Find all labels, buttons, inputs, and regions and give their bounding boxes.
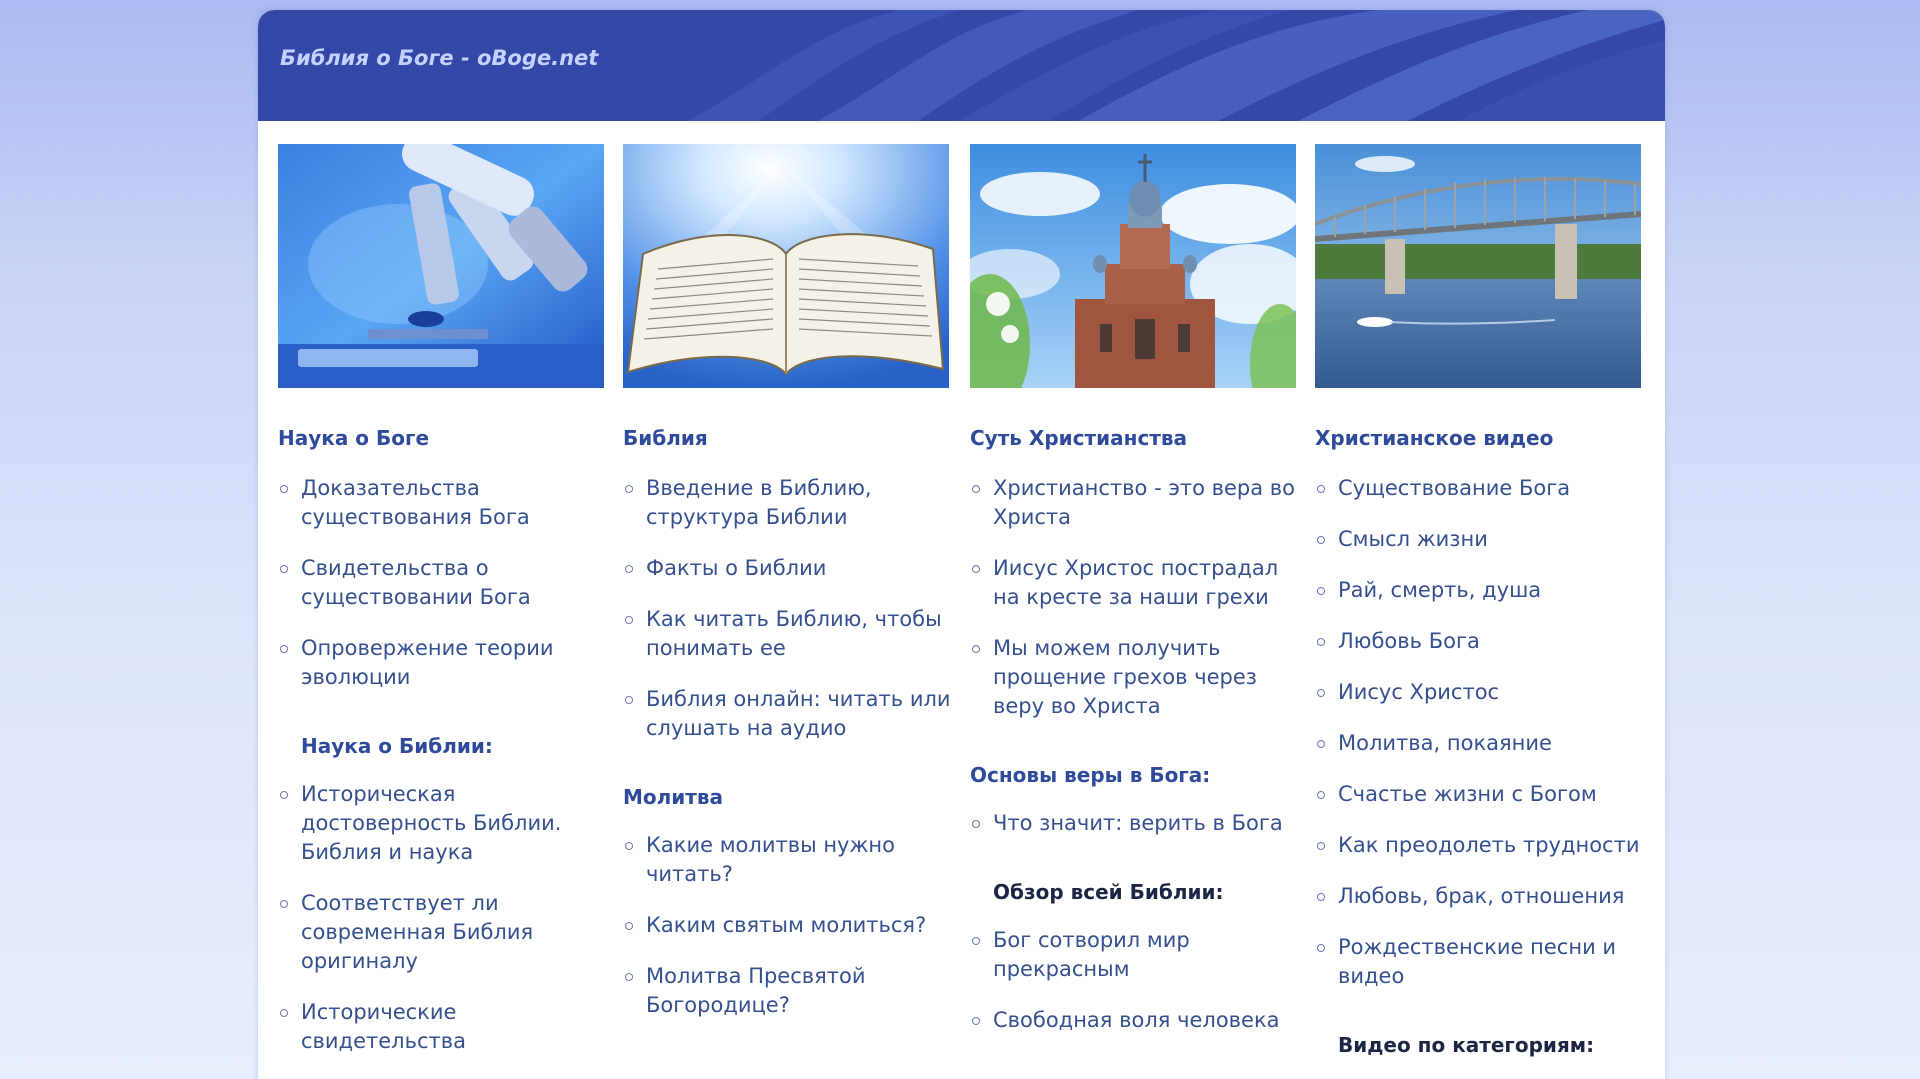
- column-bible: Библия Введение в Библию, структура Библ…: [623, 144, 951, 1020]
- column-science: Наука о Боге Доказательства существовани…: [278, 144, 606, 1056]
- list-item[interactable]: Бог сотворил мир прекрасным: [970, 926, 1298, 984]
- list-item[interactable]: Любовь, брак, отношения: [1315, 882, 1643, 911]
- list-item[interactable]: Любовь Бога: [1315, 627, 1643, 656]
- link-list: Какие молитвы нужно читать? Каким святым…: [623, 831, 951, 1020]
- list-item[interactable]: Историческая достоверность Библии. Библи…: [278, 780, 606, 867]
- list-item[interactable]: Существование Бога: [1315, 474, 1643, 503]
- column-title[interactable]: Суть Христианства: [970, 426, 1298, 454]
- list-item[interactable]: Рай, смерть, душа: [1315, 576, 1643, 605]
- link-list: Существование Бога Смысл жизни Рай, смер…: [1315, 474, 1643, 991]
- list-item[interactable]: Как читать Библию, чтобы понимать ее: [623, 605, 951, 663]
- section-title-prayer[interactable]: Молитва: [623, 783, 951, 811]
- subsection-title: Видео по категориям:: [1338, 1033, 1595, 1057]
- list-item[interactable]: Молитва, покаяние: [1315, 729, 1643, 758]
- column-title[interactable]: Наука о Боге: [278, 426, 606, 454]
- church-image[interactable]: [970, 144, 1296, 388]
- list-item[interactable]: Введение в Библию, структура Библии: [623, 474, 951, 532]
- microscope-image[interactable]: [278, 144, 604, 388]
- column-title[interactable]: Христианское видео: [1315, 426, 1643, 454]
- list-item[interactable]: Доказательства существования Бога: [278, 474, 606, 532]
- list-item[interactable]: Исторические свидетельства: [278, 998, 606, 1056]
- list-item[interactable]: Рождественские песни и видео: [1315, 933, 1643, 991]
- subsection-title: Обзор всей Библии:: [993, 880, 1224, 904]
- list-item[interactable]: Свидетельства о существовании Бога: [278, 554, 606, 612]
- list-item[interactable]: Каким святым молиться?: [623, 911, 951, 940]
- list-item[interactable]: Свободная воля человека: [970, 1006, 1298, 1035]
- list-item[interactable]: Иисус Христос: [1315, 678, 1643, 707]
- list-item[interactable]: Опровержение теории эволюции: [278, 634, 606, 692]
- list-item[interactable]: Что значит: верить в Бога: [970, 809, 1298, 838]
- subsection-title: Наука о Библии:: [301, 734, 493, 758]
- list-item[interactable]: Христианство - это вера во Христа: [970, 474, 1298, 532]
- list-item[interactable]: Какие молитвы нужно читать?: [623, 831, 951, 889]
- column-christianity: Суть Христианства Христианство - это вер…: [970, 144, 1298, 1035]
- list-item[interactable]: Счастье жизни с Богом: [1315, 780, 1643, 809]
- section-title-faith[interactable]: Основы веры в Бога:: [970, 761, 1298, 789]
- column-video: Христианское видео Существование Бога См…: [1315, 144, 1643, 1059]
- list-item[interactable]: Соответствует ли современная Библия ориг…: [278, 889, 606, 976]
- page-container: Библия о Боге - oBoge.net Наука о Боге Д…: [258, 10, 1665, 1079]
- bible-image[interactable]: [623, 144, 949, 388]
- site-title[interactable]: Библия о Боге - oBoge.net: [280, 46, 598, 70]
- link-list: Христианство - это вера во Христа Иисус …: [970, 474, 1298, 721]
- list-item[interactable]: Молитва Пресвятой Богородице?: [623, 962, 951, 1020]
- list-item[interactable]: Факты о Библии: [623, 554, 951, 583]
- list-item[interactable]: Иисус Христос пострадал на кресте за наш…: [970, 554, 1298, 612]
- list-item[interactable]: Как преодолеть трудности: [1315, 831, 1643, 860]
- list-item[interactable]: Мы можем получить прощение грехов через …: [970, 634, 1298, 721]
- column-title[interactable]: Библия: [623, 426, 951, 454]
- list-item[interactable]: Библия онлайн: читать или слушать на ауд…: [623, 685, 951, 743]
- link-list: Историческая достоверность Библии. Библи…: [278, 780, 606, 1056]
- link-list: Что значит: верить в Бога: [970, 809, 1298, 838]
- link-list: Введение в Библию, структура Библии Факт…: [623, 474, 951, 743]
- bridge-image[interactable]: [1315, 144, 1641, 388]
- link-list: Доказательства существования Бога Свидет…: [278, 474, 606, 692]
- site-header: Библия о Боге - oBoge.net: [258, 10, 1665, 121]
- list-item[interactable]: Смысл жизни: [1315, 525, 1643, 554]
- link-list: Бог сотворил мир прекрасным Свободная во…: [970, 926, 1298, 1035]
